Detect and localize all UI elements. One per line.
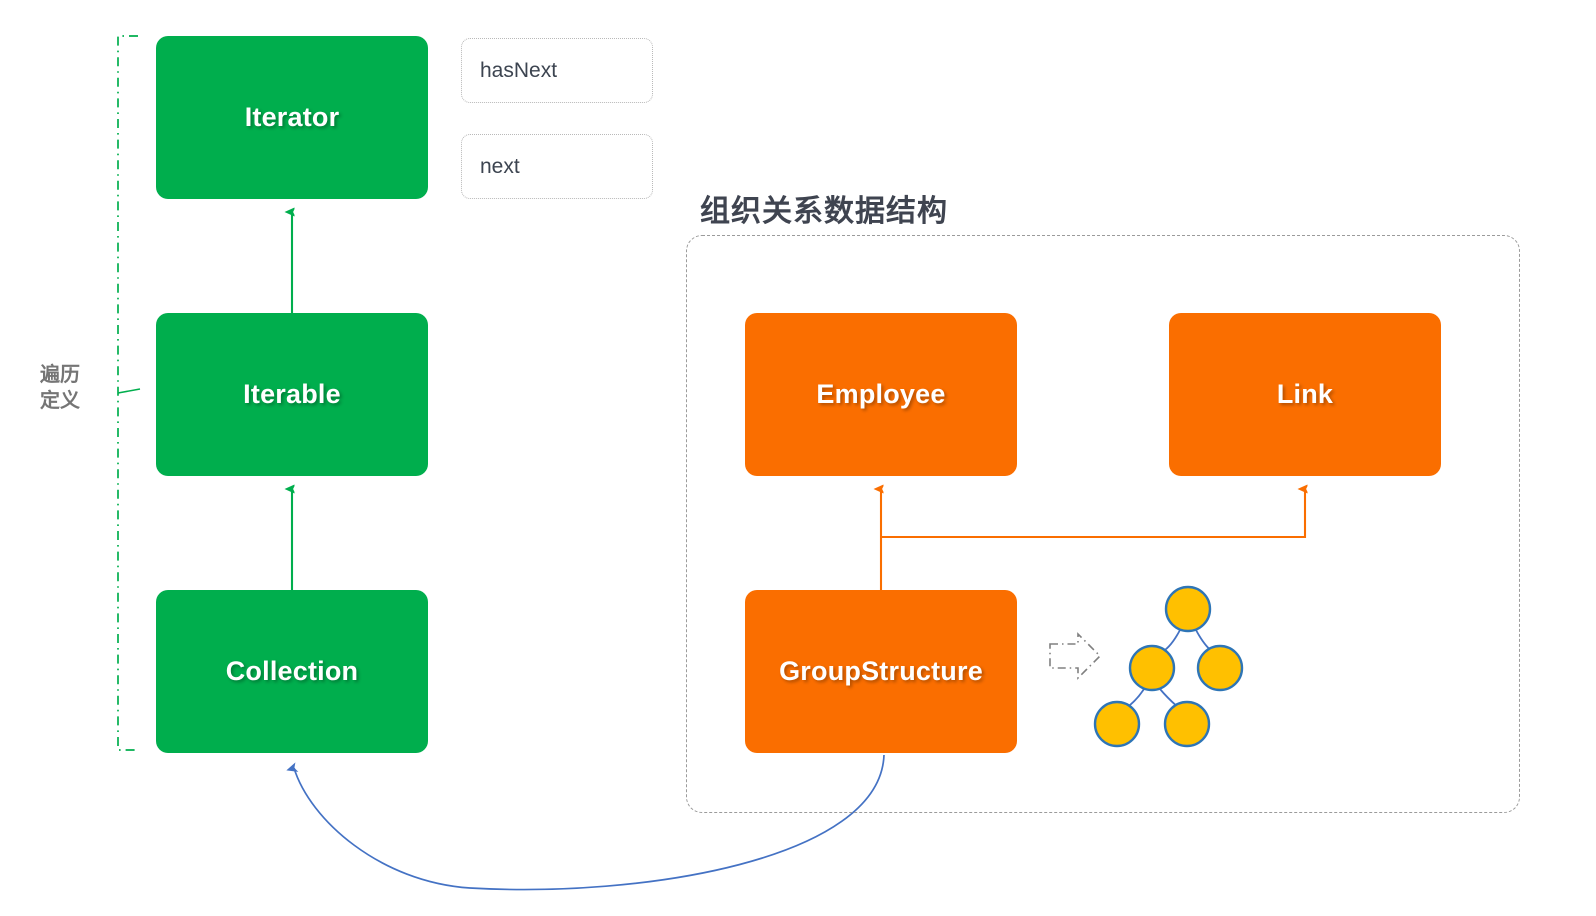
node-collection[interactable]: Collection [156,590,428,753]
traversal-bracket [117,35,141,751]
node-groupstructure-label: GroupStructure [779,656,983,686]
node-link-label: Link [1276,379,1334,409]
node-employee-label: Employee [816,379,946,409]
node-employee[interactable]: Employee [745,313,1017,476]
node-iterable-label: Iterable [243,379,341,409]
method-chip-hasnext-label: hasNext [480,58,558,82]
node-link[interactable]: Link [1169,313,1441,476]
node-iterable[interactable]: Iterable [156,313,428,476]
method-chip-next[interactable]: next [461,134,653,199]
node-groupstructure[interactable]: GroupStructure [745,590,1017,753]
node-iterator-label: Iterator [244,102,340,132]
node-iterator[interactable]: Iterator [156,36,428,199]
node-collection-label: Collection [225,656,359,686]
traversal-definition-label: 遍历 定义 [40,364,80,413]
section-title-org-structure: 组织关系数据结构 [700,195,948,228]
method-chip-hasnext[interactable]: hasNext [461,38,653,103]
diagram-canvas: 遍历 定义 Iterator Iterable Collection hasNe… [0,0,1596,916]
method-chip-next-label: next [480,154,520,178]
